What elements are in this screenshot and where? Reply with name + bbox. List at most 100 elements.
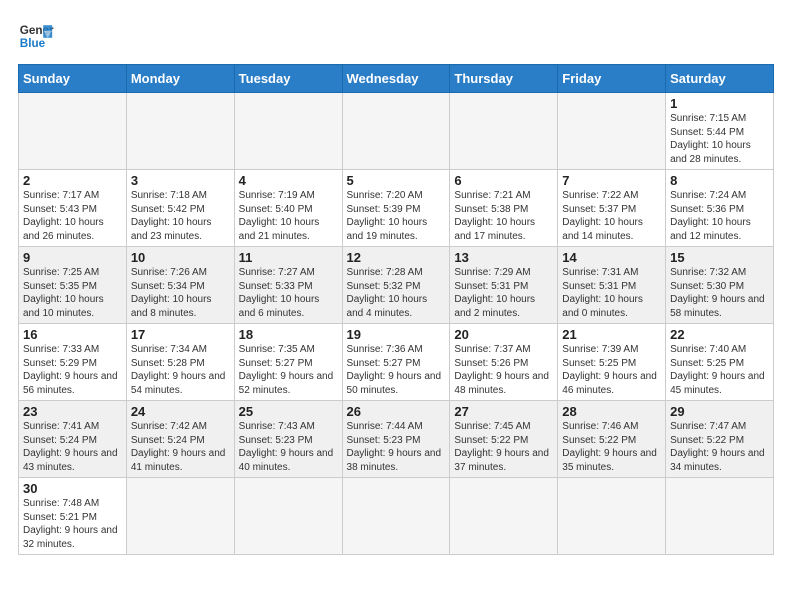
- calendar-cell: [450, 93, 558, 170]
- day-number: 7: [562, 173, 661, 188]
- calendar-cell: 4Sunrise: 7:19 AM Sunset: 5:40 PM Daylig…: [234, 170, 342, 247]
- day-number: 21: [562, 327, 661, 342]
- day-info: Sunrise: 7:39 AM Sunset: 5:25 PM Dayligh…: [562, 343, 661, 397]
- day-info: Sunrise: 7:41 AM Sunset: 5:24 PM Dayligh…: [23, 420, 122, 474]
- calendar-week-row: 9Sunrise: 7:25 AM Sunset: 5:35 PM Daylig…: [19, 247, 774, 324]
- calendar-cell: [19, 93, 127, 170]
- day-number: 20: [454, 327, 553, 342]
- day-number: 19: [347, 327, 446, 342]
- calendar-cell: 27Sunrise: 7:45 AM Sunset: 5:22 PM Dayli…: [450, 401, 558, 478]
- day-number: 22: [670, 327, 769, 342]
- calendar-cell: 18Sunrise: 7:35 AM Sunset: 5:27 PM Dayli…: [234, 324, 342, 401]
- calendar-cell: [234, 478, 342, 555]
- day-info: Sunrise: 7:46 AM Sunset: 5:22 PM Dayligh…: [562, 420, 661, 474]
- calendar-cell: [126, 93, 234, 170]
- day-info: Sunrise: 7:44 AM Sunset: 5:23 PM Dayligh…: [347, 420, 446, 474]
- day-info: Sunrise: 7:25 AM Sunset: 5:35 PM Dayligh…: [23, 266, 122, 320]
- day-info: Sunrise: 7:37 AM Sunset: 5:26 PM Dayligh…: [454, 343, 553, 397]
- day-number: 27: [454, 404, 553, 419]
- day-info: Sunrise: 7:15 AM Sunset: 5:44 PM Dayligh…: [670, 112, 769, 166]
- calendar-cell: 23Sunrise: 7:41 AM Sunset: 5:24 PM Dayli…: [19, 401, 127, 478]
- calendar-cell: [234, 93, 342, 170]
- calendar-cell: 10Sunrise: 7:26 AM Sunset: 5:34 PM Dayli…: [126, 247, 234, 324]
- calendar-cell: 21Sunrise: 7:39 AM Sunset: 5:25 PM Dayli…: [558, 324, 666, 401]
- calendar-week-row: 2Sunrise: 7:17 AM Sunset: 5:43 PM Daylig…: [19, 170, 774, 247]
- day-info: Sunrise: 7:43 AM Sunset: 5:23 PM Dayligh…: [239, 420, 338, 474]
- day-number: 24: [131, 404, 230, 419]
- logo: General Blue: [18, 18, 54, 54]
- day-number: 16: [23, 327, 122, 342]
- day-info: Sunrise: 7:27 AM Sunset: 5:33 PM Dayligh…: [239, 266, 338, 320]
- day-number: 8: [670, 173, 769, 188]
- day-number: 26: [347, 404, 446, 419]
- calendar-cell: 15Sunrise: 7:32 AM Sunset: 5:30 PM Dayli…: [666, 247, 774, 324]
- calendar-cell: 13Sunrise: 7:29 AM Sunset: 5:31 PM Dayli…: [450, 247, 558, 324]
- weekday-header-thursday: Thursday: [450, 65, 558, 93]
- header: General Blue: [18, 18, 774, 54]
- day-number: 11: [239, 250, 338, 265]
- calendar-cell: 16Sunrise: 7:33 AM Sunset: 5:29 PM Dayli…: [19, 324, 127, 401]
- day-number: 28: [562, 404, 661, 419]
- calendar-week-row: 23Sunrise: 7:41 AM Sunset: 5:24 PM Dayli…: [19, 401, 774, 478]
- calendar-cell: 11Sunrise: 7:27 AM Sunset: 5:33 PM Dayli…: [234, 247, 342, 324]
- weekday-header-friday: Friday: [558, 65, 666, 93]
- calendar-cell: 24Sunrise: 7:42 AM Sunset: 5:24 PM Dayli…: [126, 401, 234, 478]
- calendar-cell: 28Sunrise: 7:46 AM Sunset: 5:22 PM Dayli…: [558, 401, 666, 478]
- day-number: 5: [347, 173, 446, 188]
- weekday-header-tuesday: Tuesday: [234, 65, 342, 93]
- day-number: 1: [670, 96, 769, 111]
- calendar-week-row: 1Sunrise: 7:15 AM Sunset: 5:44 PM Daylig…: [19, 93, 774, 170]
- day-info: Sunrise: 7:20 AM Sunset: 5:39 PM Dayligh…: [347, 189, 446, 243]
- day-info: Sunrise: 7:35 AM Sunset: 5:27 PM Dayligh…: [239, 343, 338, 397]
- day-info: Sunrise: 7:42 AM Sunset: 5:24 PM Dayligh…: [131, 420, 230, 474]
- day-number: 14: [562, 250, 661, 265]
- day-number: 29: [670, 404, 769, 419]
- calendar-cell: 7Sunrise: 7:22 AM Sunset: 5:37 PM Daylig…: [558, 170, 666, 247]
- calendar-cell: [666, 478, 774, 555]
- day-info: Sunrise: 7:31 AM Sunset: 5:31 PM Dayligh…: [562, 266, 661, 320]
- day-info: Sunrise: 7:28 AM Sunset: 5:32 PM Dayligh…: [347, 266, 446, 320]
- calendar-cell: [342, 478, 450, 555]
- calendar-cell: 17Sunrise: 7:34 AM Sunset: 5:28 PM Dayli…: [126, 324, 234, 401]
- day-info: Sunrise: 7:26 AM Sunset: 5:34 PM Dayligh…: [131, 266, 230, 320]
- calendar-cell: [558, 478, 666, 555]
- weekday-header-row: SundayMondayTuesdayWednesdayThursdayFrid…: [19, 65, 774, 93]
- calendar-week-row: 30Sunrise: 7:48 AM Sunset: 5:21 PM Dayli…: [19, 478, 774, 555]
- weekday-header-sunday: Sunday: [19, 65, 127, 93]
- calendar-cell: [126, 478, 234, 555]
- day-info: Sunrise: 7:34 AM Sunset: 5:28 PM Dayligh…: [131, 343, 230, 397]
- day-info: Sunrise: 7:29 AM Sunset: 5:31 PM Dayligh…: [454, 266, 553, 320]
- day-info: Sunrise: 7:40 AM Sunset: 5:25 PM Dayligh…: [670, 343, 769, 397]
- calendar-week-row: 16Sunrise: 7:33 AM Sunset: 5:29 PM Dayli…: [19, 324, 774, 401]
- day-number: 30: [23, 481, 122, 496]
- logo-icon: General Blue: [18, 18, 54, 54]
- calendar-cell: 14Sunrise: 7:31 AM Sunset: 5:31 PM Dayli…: [558, 247, 666, 324]
- calendar-cell: 26Sunrise: 7:44 AM Sunset: 5:23 PM Dayli…: [342, 401, 450, 478]
- calendar-cell: 6Sunrise: 7:21 AM Sunset: 5:38 PM Daylig…: [450, 170, 558, 247]
- day-number: 12: [347, 250, 446, 265]
- calendar-cell: 19Sunrise: 7:36 AM Sunset: 5:27 PM Dayli…: [342, 324, 450, 401]
- day-info: Sunrise: 7:21 AM Sunset: 5:38 PM Dayligh…: [454, 189, 553, 243]
- calendar-cell: 3Sunrise: 7:18 AM Sunset: 5:42 PM Daylig…: [126, 170, 234, 247]
- day-info: Sunrise: 7:33 AM Sunset: 5:29 PM Dayligh…: [23, 343, 122, 397]
- day-info: Sunrise: 7:48 AM Sunset: 5:21 PM Dayligh…: [23, 497, 122, 551]
- calendar-cell: 2Sunrise: 7:17 AM Sunset: 5:43 PM Daylig…: [19, 170, 127, 247]
- day-info: Sunrise: 7:19 AM Sunset: 5:40 PM Dayligh…: [239, 189, 338, 243]
- day-info: Sunrise: 7:36 AM Sunset: 5:27 PM Dayligh…: [347, 343, 446, 397]
- weekday-header-monday: Monday: [126, 65, 234, 93]
- day-number: 6: [454, 173, 553, 188]
- calendar-cell: 22Sunrise: 7:40 AM Sunset: 5:25 PM Dayli…: [666, 324, 774, 401]
- day-info: Sunrise: 7:24 AM Sunset: 5:36 PM Dayligh…: [670, 189, 769, 243]
- day-info: Sunrise: 7:47 AM Sunset: 5:22 PM Dayligh…: [670, 420, 769, 474]
- day-number: 15: [670, 250, 769, 265]
- day-number: 18: [239, 327, 338, 342]
- calendar-cell: 8Sunrise: 7:24 AM Sunset: 5:36 PM Daylig…: [666, 170, 774, 247]
- day-number: 23: [23, 404, 122, 419]
- day-number: 4: [239, 173, 338, 188]
- day-info: Sunrise: 7:45 AM Sunset: 5:22 PM Dayligh…: [454, 420, 553, 474]
- day-number: 3: [131, 173, 230, 188]
- weekday-header-wednesday: Wednesday: [342, 65, 450, 93]
- calendar-cell: 9Sunrise: 7:25 AM Sunset: 5:35 PM Daylig…: [19, 247, 127, 324]
- day-info: Sunrise: 7:17 AM Sunset: 5:43 PM Dayligh…: [23, 189, 122, 243]
- calendar-cell: 1Sunrise: 7:15 AM Sunset: 5:44 PM Daylig…: [666, 93, 774, 170]
